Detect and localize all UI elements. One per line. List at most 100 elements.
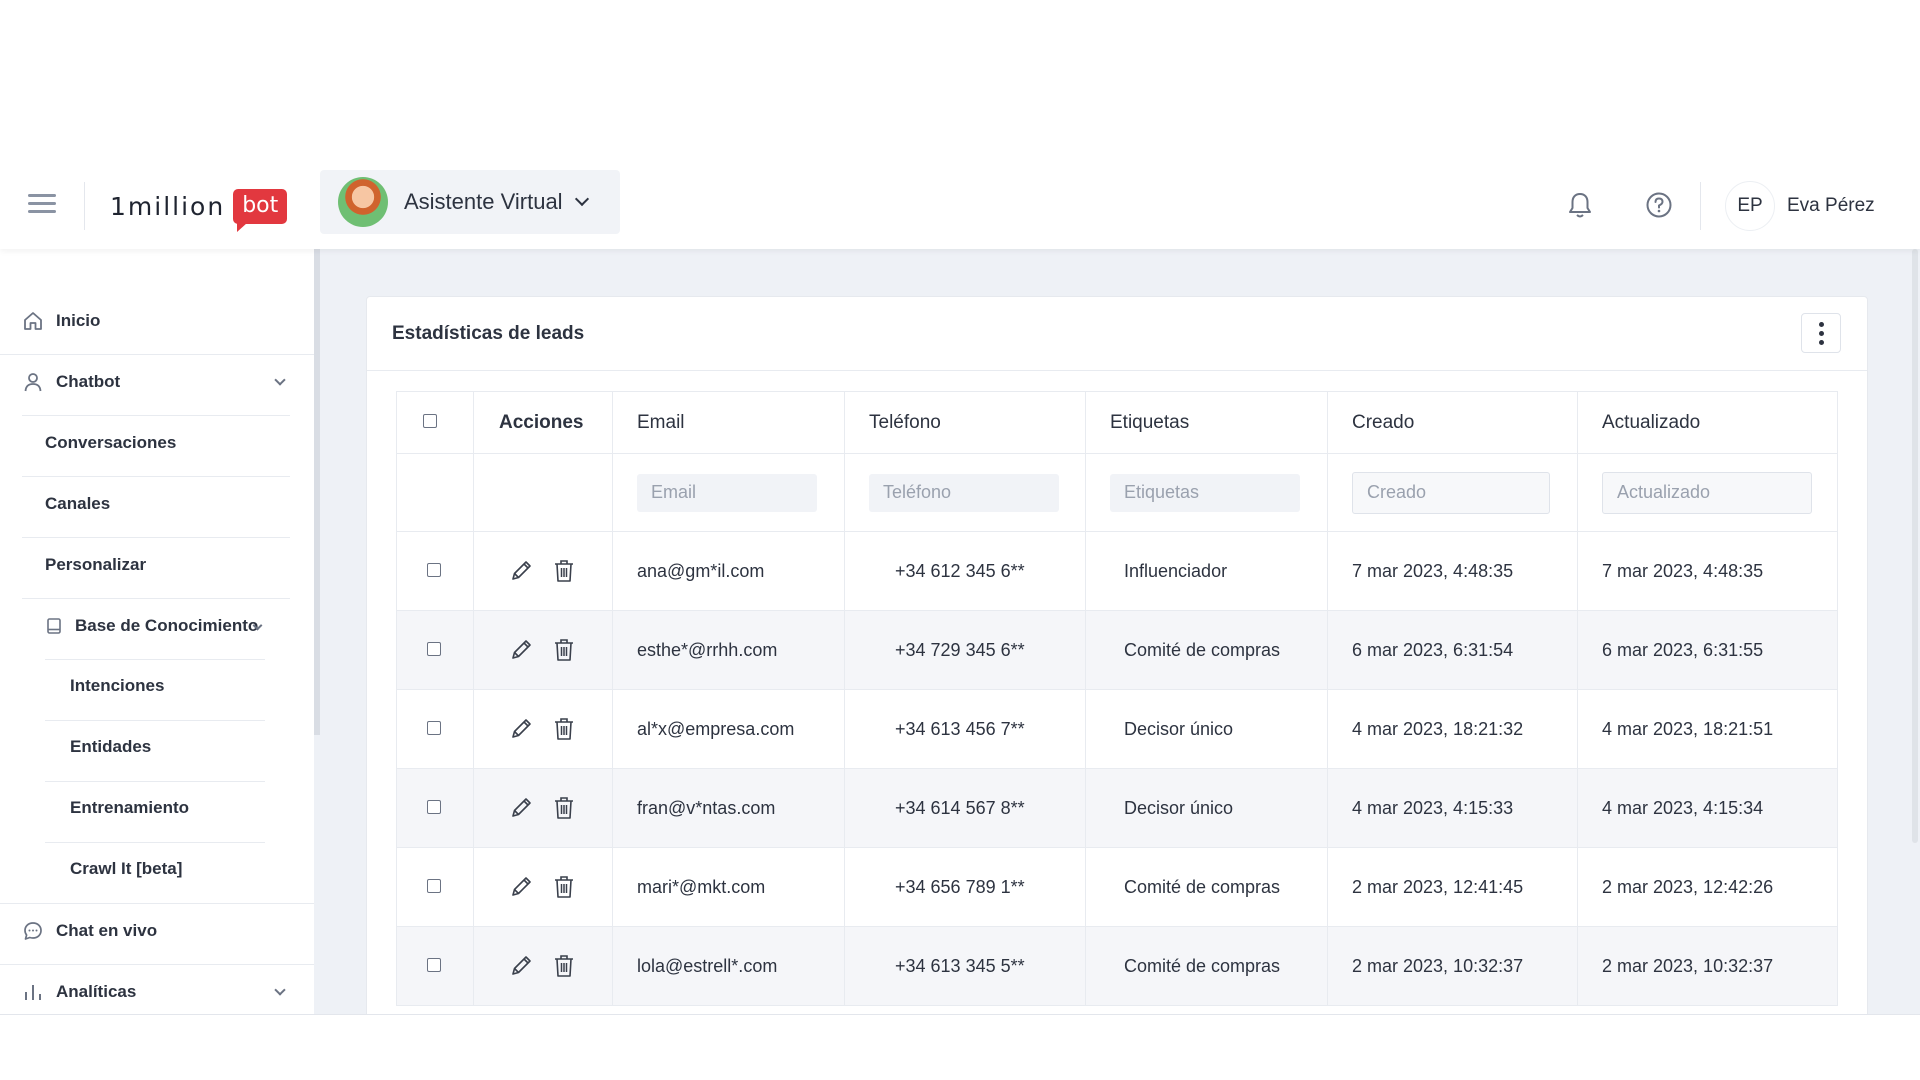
sidebar-item-entidades[interactable]: Entidades bbox=[70, 737, 151, 757]
divider bbox=[22, 598, 290, 599]
sidebar-item-label: Base de Conocimiento bbox=[75, 616, 259, 635]
telefono-cell: +34 656 789 1** bbox=[844, 847, 1086, 927]
column-header-actualizado[interactable]: Actualizado bbox=[1577, 391, 1838, 454]
chevron-down-icon[interactable] bbox=[274, 374, 286, 386]
divider bbox=[0, 903, 314, 904]
row-checkbox[interactable] bbox=[427, 799, 441, 814]
edit-pencil-icon[interactable] bbox=[508, 953, 534, 979]
sidebar-item-label: Conversaciones bbox=[45, 433, 177, 452]
sidebar-item-chatbot[interactable]: Chatbot bbox=[22, 371, 120, 393]
divider bbox=[45, 781, 265, 782]
delete-trash-icon[interactable] bbox=[552, 716, 576, 742]
divider bbox=[45, 659, 265, 660]
creado-filter-input[interactable] bbox=[1352, 471, 1550, 514]
card-title: Estadísticas de leads bbox=[392, 323, 585, 344]
row-select-cell bbox=[396, 926, 474, 1006]
user-icon bbox=[22, 371, 44, 393]
divider bbox=[22, 476, 290, 477]
bot-name: Asistente Virtual bbox=[404, 189, 563, 214]
sidebar-item-crawl-it[interactable]: Crawl It [beta] bbox=[70, 859, 182, 879]
sidebar-item-label: Analíticas bbox=[56, 982, 137, 1001]
edit-pencil-icon[interactable] bbox=[508, 558, 534, 584]
edit-pencil-icon[interactable] bbox=[508, 637, 534, 663]
table-row[interactable]: ana@gm*il.com +34 612 345 6** Influenciado… bbox=[396, 531, 1838, 611]
sidebar-item-label: Entidades bbox=[70, 737, 152, 756]
delete-trash-icon[interactable] bbox=[552, 795, 576, 821]
delete-trash-icon[interactable] bbox=[552, 558, 576, 584]
divider bbox=[45, 720, 265, 721]
telefono-cell: +34 614 567 8** bbox=[844, 768, 1086, 848]
filter-cell bbox=[1327, 453, 1578, 532]
email-cell: lola@estrell*.com bbox=[612, 926, 845, 1006]
divider bbox=[0, 964, 314, 965]
sidebar-scrollbar[interactable] bbox=[314, 249, 320, 735]
user-menu[interactable]: EP Eva Pérez bbox=[1725, 180, 1875, 232]
sidebar-item-entrenamiento[interactable]: Entrenamiento bbox=[70, 798, 189, 818]
etiquetas-filter-input[interactable] bbox=[1110, 473, 1300, 512]
leads-table: Acciones Email Teléfono Etiquetas Creado… bbox=[396, 391, 1838, 1006]
row-checkbox[interactable] bbox=[427, 957, 441, 972]
row-checkbox[interactable] bbox=[427, 878, 441, 893]
column-header-email[interactable]: Email bbox=[612, 391, 845, 454]
table-row[interactable]: esthe*@rrhh.com +34 729 345 6** Comité de … bbox=[396, 610, 1838, 690]
email-cell: mari*@mkt.com bbox=[612, 847, 845, 927]
etiquetas-cell: Comité de compras bbox=[1085, 926, 1328, 1006]
chevron-down-icon[interactable] bbox=[274, 984, 286, 996]
email-filter-input[interactable] bbox=[637, 473, 817, 512]
etiquetas-cell: Decisor único bbox=[1085, 689, 1328, 769]
sidebar-item-label: Personalizar bbox=[45, 555, 147, 574]
table-row[interactable]: lola@estrell*.com +34 613 345 5** Comité d… bbox=[396, 926, 1838, 1006]
telefono-cell: +34 613 456 7** bbox=[844, 689, 1086, 769]
sidebar-item-analiticas[interactable]: Analíticas bbox=[22, 981, 136, 1003]
sidebar-item-label: Crawl It [beta] bbox=[70, 859, 183, 878]
telefono-filter-input[interactable] bbox=[869, 473, 1059, 512]
table-row[interactable]: al*x@empresa.com +34 613 456 7** Decisor ú… bbox=[396, 689, 1838, 769]
edit-pencil-icon[interactable] bbox=[508, 874, 534, 900]
filter-cell bbox=[473, 453, 613, 532]
delete-trash-icon[interactable] bbox=[552, 874, 576, 900]
sidebar-item-label: Inicio bbox=[56, 311, 101, 330]
delete-trash-icon[interactable] bbox=[552, 953, 576, 979]
actualizado-filter-input[interactable] bbox=[1602, 471, 1812, 514]
user-name: Eva Pérez bbox=[1787, 195, 1875, 216]
notifications-bell-icon[interactable] bbox=[1563, 188, 1597, 222]
sidebar-item-canales[interactable]: Canales bbox=[45, 494, 110, 514]
sidebar-item-label: Chat en vivo bbox=[56, 921, 158, 940]
sidebar-item-chat-en-vivo[interactable]: Chat en vivo bbox=[22, 920, 157, 942]
filter-cell bbox=[396, 453, 474, 532]
leads-stats-card: Estadísticas de leads Acciones Email Tel… bbox=[366, 296, 1868, 1014]
sidebar-item-inicio[interactable]: Inicio bbox=[22, 310, 100, 332]
edit-pencil-icon[interactable] bbox=[508, 795, 534, 821]
page-scrollbar[interactable] bbox=[1912, 249, 1918, 843]
table-row[interactable]: mari*@mkt.com +34 656 789 1** Comité de co… bbox=[396, 847, 1838, 927]
column-header-telefono[interactable]: Teléfono bbox=[844, 391, 1086, 454]
sidebar-item-intenciones[interactable]: Intenciones bbox=[70, 676, 164, 696]
delete-trash-icon[interactable] bbox=[552, 637, 576, 663]
filter-row bbox=[396, 453, 1838, 532]
row-actions-cell bbox=[473, 926, 613, 1006]
more-options-icon[interactable] bbox=[1801, 313, 1841, 353]
row-checkbox[interactable] bbox=[427, 720, 441, 735]
logo-badge: bot bbox=[233, 188, 288, 232]
sidebar-item-base-conocimiento[interactable]: Base de Conocimiento bbox=[45, 615, 258, 637]
row-checkbox[interactable] bbox=[427, 562, 441, 577]
table-row[interactable]: fran@v*ntas.com +34 614 567 8** Decisor ún… bbox=[396, 768, 1838, 848]
telefono-cell: +34 729 345 6** bbox=[844, 610, 1086, 690]
bot-selector[interactable]: Asistente Virtual bbox=[320, 170, 620, 234]
divider bbox=[22, 415, 290, 416]
edit-pencil-icon[interactable] bbox=[508, 716, 534, 742]
creado-cell: 2 mar 2023, 12:41:45 bbox=[1327, 847, 1578, 927]
brand-logo[interactable]: 1million bot bbox=[110, 184, 288, 232]
column-header-etiquetas[interactable]: Etiquetas bbox=[1085, 391, 1328, 454]
help-icon[interactable] bbox=[1642, 188, 1676, 222]
menu-icon[interactable] bbox=[28, 194, 56, 216]
select-all-checkbox[interactable] bbox=[423, 413, 437, 428]
sidebar-item-conversaciones[interactable]: Conversaciones bbox=[45, 433, 176, 453]
filter-cell bbox=[1577, 453, 1838, 532]
column-header-creado[interactable]: Creado bbox=[1327, 391, 1578, 454]
creado-cell: 7 mar 2023, 4:48:35 bbox=[1327, 531, 1578, 611]
sidebar-item-label: Canales bbox=[45, 494, 111, 513]
sidebar-item-personalizar[interactable]: Personalizar bbox=[45, 555, 146, 575]
row-checkbox[interactable] bbox=[427, 641, 441, 656]
row-actions-cell bbox=[473, 610, 613, 690]
